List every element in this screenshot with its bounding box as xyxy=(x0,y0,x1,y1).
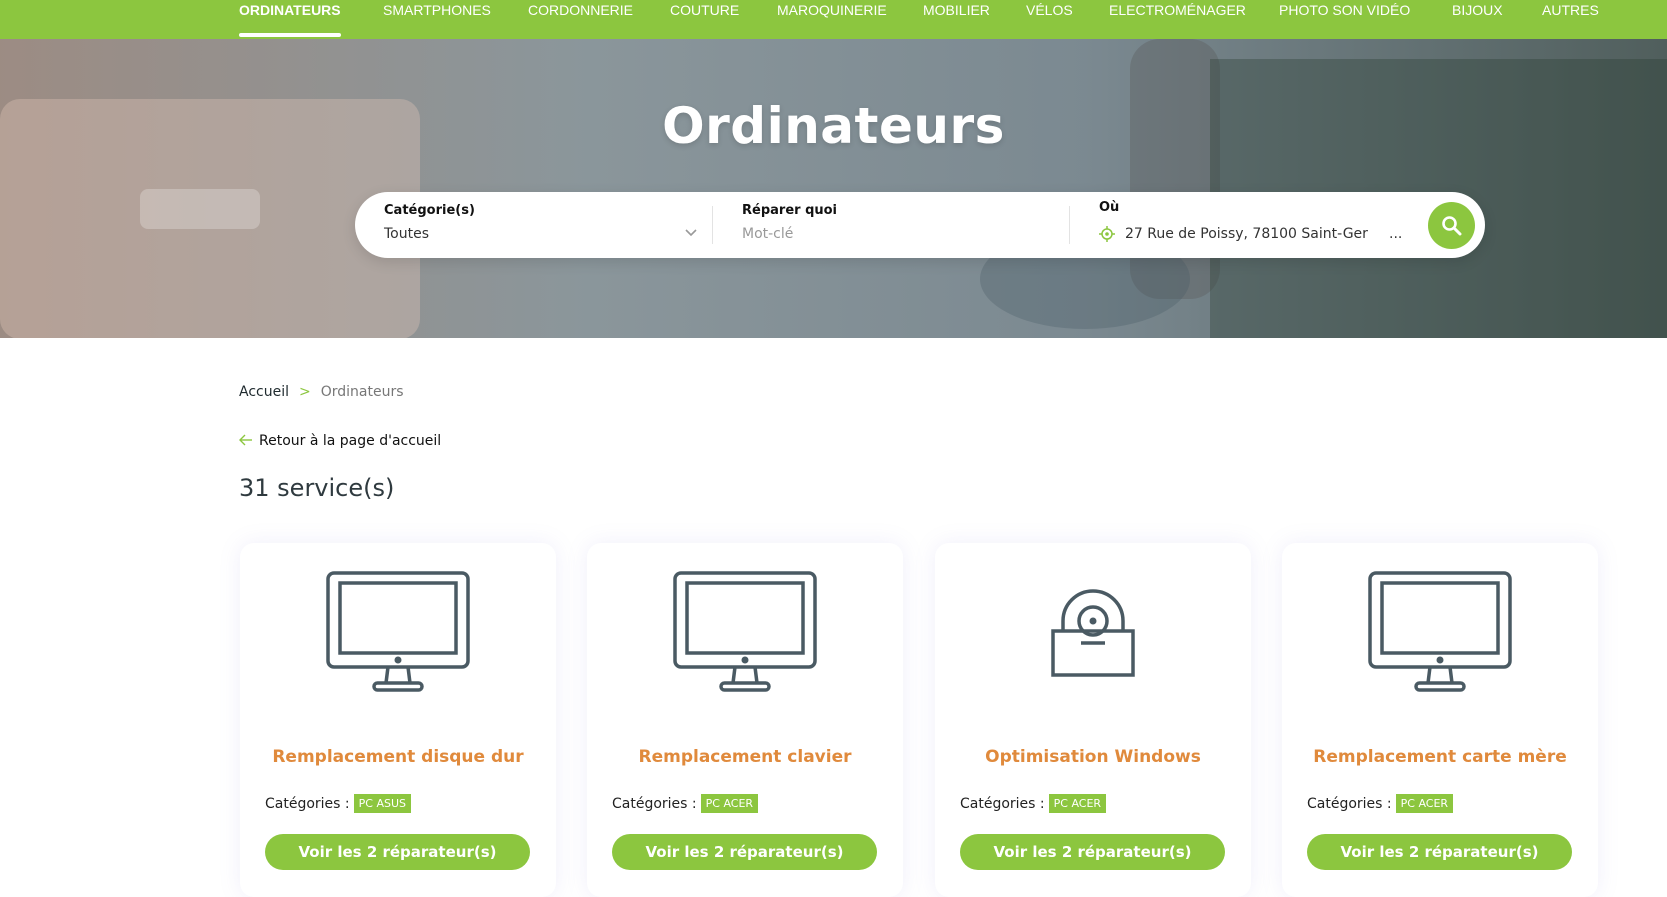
back-link-label: Retour à la page d'accueil xyxy=(259,433,442,449)
breadcrumb-current: Ordinateurs xyxy=(320,384,404,400)
card-title[interactable]: Remplacement carte mère xyxy=(1282,747,1598,767)
field-divider xyxy=(1069,206,1070,244)
keyword-input[interactable]: Réparer quoi Mot-clé xyxy=(742,192,1042,258)
nav-item-photo-son-video[interactable]: PHOTO SON VIDÉO xyxy=(1279,0,1410,39)
nav-item-couture[interactable]: COUTURE xyxy=(670,0,739,39)
search-icon xyxy=(1442,216,1462,236)
category-value: Toutes xyxy=(384,226,430,242)
nav-item-ordinateurs[interactable]: ORDINATEURS xyxy=(239,0,341,39)
nav-item-cordonnerie[interactable]: CORDONNERIE xyxy=(528,0,633,39)
nav-item-mobilier[interactable]: MOBILIER xyxy=(923,0,990,39)
location-label: Où xyxy=(1099,200,1120,215)
card-title[interactable]: Remplacement disque dur xyxy=(240,747,556,767)
see-repairers-button[interactable]: Voir les 2 réparateur(s) xyxy=(960,834,1225,870)
card-title[interactable]: Optimisation Windows xyxy=(935,747,1251,767)
location-target-icon xyxy=(1099,226,1115,242)
category-badge[interactable]: PC ACER xyxy=(700,794,759,813)
back-link[interactable]: Retour à la page d'accueil xyxy=(239,433,441,449)
service-card: Optimisation Windows Catégories : PC ACER… xyxy=(935,543,1251,897)
card-categories: Catégories : PC ACER xyxy=(612,794,759,813)
location-ellipsis: ... xyxy=(1389,226,1403,242)
category-badge[interactable]: PC ASUS xyxy=(353,794,411,813)
monitor-icon xyxy=(326,571,470,692)
nav-item-autres[interactable]: AUTRES xyxy=(1542,0,1599,39)
card-categories: Catégories : PC ACER xyxy=(960,794,1107,813)
see-repairers-button[interactable]: Voir les 2 réparateur(s) xyxy=(1307,834,1572,870)
categories-label: Catégories : xyxy=(1307,796,1392,812)
service-card: Remplacement disque dur Catégories : PC A… xyxy=(240,543,556,897)
service-card: Remplacement clavier Catégories : PC ACER… xyxy=(587,543,903,897)
nav-item-electromenager[interactable]: ELECTROMÉNAGER xyxy=(1109,0,1246,39)
card-categories: Catégories : PC ASUS xyxy=(265,794,411,813)
chevron-down-icon xyxy=(685,229,697,237)
keyword-placeholder: Mot-clé xyxy=(742,226,794,242)
category-badge[interactable]: PC ACER xyxy=(1048,794,1107,813)
see-repairers-button[interactable]: Voir les 2 réparateur(s) xyxy=(265,834,530,870)
monitor-icon xyxy=(673,571,817,692)
results-count: 31 service(s) xyxy=(239,474,395,502)
category-select[interactable]: Catégorie(s) Toutes xyxy=(384,192,697,258)
nav-item-maroquinerie[interactable]: MAROQUINERIE xyxy=(777,0,887,39)
top-nav: ORDINATEURS SMARTPHONES CORDONNERIE COUT… xyxy=(0,0,1667,39)
nav-item-velos[interactable]: VÉLOS xyxy=(1026,0,1073,39)
search-button[interactable] xyxy=(1428,202,1475,249)
see-repairers-button[interactable]: Voir les 2 réparateur(s) xyxy=(612,834,877,870)
keyword-label: Réparer quoi xyxy=(742,203,838,218)
page-title: Ordinateurs xyxy=(662,97,1005,155)
breadcrumb-home[interactable]: Accueil xyxy=(239,384,289,400)
category-badge[interactable]: PC ACER xyxy=(1395,794,1454,813)
breadcrumb: Accueil > Ordinateurs xyxy=(239,384,404,400)
nav-item-bijoux[interactable]: BIJOUX xyxy=(1452,0,1503,39)
hero-banner: Ordinateurs xyxy=(0,39,1667,338)
arrow-left-icon xyxy=(239,434,252,446)
location-input[interactable]: Où 27 Rue de Poissy, 78100 Saint-Ger ... xyxy=(1099,192,1409,258)
categories-label: Catégories : xyxy=(612,796,697,812)
categories-label: Catégories : xyxy=(960,796,1045,812)
hero-photo-shape xyxy=(140,189,260,229)
search-bar: Catégorie(s) Toutes Réparer quoi Mot-clé… xyxy=(355,192,1485,258)
category-label: Catégorie(s) xyxy=(384,203,475,218)
monitor-icon xyxy=(1368,571,1512,692)
card-title[interactable]: Remplacement clavier xyxy=(587,747,903,767)
card-categories: Catégories : PC ACER xyxy=(1307,794,1454,813)
lock-disc-icon xyxy=(1051,589,1135,677)
nav-item-smartphones[interactable]: SMARTPHONES xyxy=(383,0,491,39)
categories-label: Catégories : xyxy=(265,796,350,812)
field-divider xyxy=(712,206,713,244)
service-card: Remplacement carte mère Catégories : PC A… xyxy=(1282,543,1598,897)
location-value: 27 Rue de Poissy, 78100 Saint-Ger xyxy=(1125,226,1368,242)
breadcrumb-separator: > xyxy=(299,384,311,400)
